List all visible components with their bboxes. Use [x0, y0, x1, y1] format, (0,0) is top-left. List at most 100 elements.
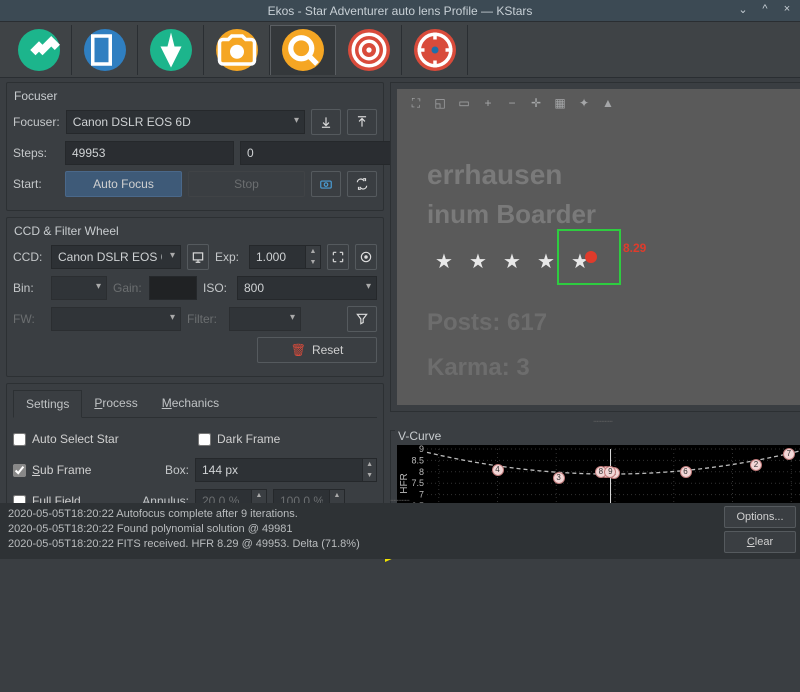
rating-star-icon: ★ [435, 249, 453, 274]
focus-star-box [557, 229, 621, 285]
maximize-button[interactable]: ^ [758, 2, 772, 16]
iso-label: ISO: [203, 281, 231, 295]
capture-button[interactable] [311, 171, 341, 197]
gain-label: Gain: [113, 281, 143, 295]
sub-frame-label: Sub Frame [32, 463, 91, 477]
preview-posts: Posts: 617 [427, 309, 547, 337]
box-spinner[interactable]: ▲▼ [362, 458, 377, 482]
focus-star-icon [585, 251, 597, 263]
marker-icon[interactable]: ▲ [599, 94, 617, 112]
preview-image: ⛶ ◱ ▭ + − ✛ ▦ ✦ ▲ errhausen inum Boarder… [397, 89, 800, 405]
options-button[interactable]: Options... [724, 506, 796, 528]
tab-process[interactable]: PProcessrocess [82, 390, 149, 417]
bin-label: Bin: [13, 281, 45, 295]
zoomin-icon[interactable]: + [479, 94, 497, 112]
window-buttons: ⌄ ^ × [736, 2, 794, 16]
autofocus-button[interactable]: Auto Focus [65, 171, 182, 197]
star-icon[interactable]: ✦ [575, 94, 593, 112]
crosshair-icon[interactable]: ✛ [527, 94, 545, 112]
chart-point: 7 [783, 448, 795, 460]
chart-point: 2 [750, 459, 762, 471]
tab-guide[interactable] [402, 25, 468, 75]
log-area: 2020-05-05T18:20:22 Autofocus complete a… [0, 503, 720, 559]
zoomfit-icon[interactable]: ◱ [431, 94, 449, 112]
iso-select[interactable]: 800 [237, 276, 377, 300]
tab-mechanics[interactable]: Mechanics [150, 390, 231, 417]
exp-input[interactable] [249, 245, 305, 269]
auto-select-star-check[interactable] [13, 433, 26, 446]
filter-select [229, 307, 301, 331]
exp-spinner[interactable]: ▲▼ [305, 245, 321, 269]
exp-label: Exp: [215, 250, 243, 264]
dark-frame-check[interactable] [198, 433, 211, 446]
chart-point: 3 [553, 472, 565, 484]
start-label: Start: [13, 177, 59, 191]
steps-offset[interactable] [240, 141, 409, 165]
tab-settings[interactable]: Settings [13, 390, 82, 418]
filter-settings-button[interactable] [347, 306, 377, 332]
reset-button[interactable]: 🗑Reset [257, 337, 377, 363]
focuser-title: Focuser [11, 89, 60, 103]
dark-frame-label: Dark Frame [217, 432, 280, 446]
log-line: 2020-05-05T18:20:22 Autofocus complete a… [8, 507, 712, 522]
bin-select [51, 276, 107, 300]
rating-star-icon: ★ [503, 249, 521, 274]
steps-value[interactable] [65, 141, 234, 165]
chart-point: 9 [604, 466, 616, 478]
sub-frame-check[interactable] [13, 464, 26, 477]
preview-text2: inum Boarder [427, 199, 596, 230]
preview-text1: errhausen [427, 159, 562, 191]
status-bar: 2020-05-05T18:20:22 Autofocus complete a… [0, 503, 800, 559]
focus-out-button[interactable] [347, 109, 377, 135]
minimize-button[interactable]: ⌄ [736, 2, 750, 16]
settings-tabs: Settings PProcessrocess Mechanics [13, 390, 377, 418]
rating-star-icon: ★ [537, 249, 555, 274]
svg-text:7.5: 7.5 [411, 478, 424, 488]
tab-mount[interactable] [138, 25, 204, 75]
auto-select-star-label: Auto Select Star [32, 432, 119, 446]
ccd-select[interactable]: Canon DSLR EOS 6D [51, 245, 181, 269]
tab-capture[interactable] [204, 25, 270, 75]
ccd-title: CCD & Filter Wheel [11, 224, 122, 238]
stop-button: Stop [188, 171, 305, 197]
svg-text:8.5: 8.5 [411, 455, 424, 465]
rating-star-icon: ★ [469, 249, 487, 274]
focuser-select[interactable]: Canon DSLR EOS 6D [66, 110, 305, 134]
zoom1-icon[interactable]: ▭ [455, 94, 473, 112]
chart-point: 6 [680, 466, 692, 478]
hfr-overlay: 8.29 [623, 241, 646, 255]
svg-text:9: 9 [419, 445, 424, 454]
window-title: Ekos - Star Adventurer auto lens Profile… [268, 4, 533, 18]
log-line: 2020-05-05T18:20:22 FITS received. HFR 8… [8, 537, 712, 552]
zoomout-icon[interactable]: − [503, 94, 521, 112]
titlebar: Ekos - Star Adventurer auto lens Profile… [0, 0, 800, 22]
close-button[interactable]: × [780, 2, 794, 16]
loop-button[interactable] [347, 171, 377, 197]
focus-in-button[interactable] [311, 109, 341, 135]
grid-icon[interactable]: ▦ [551, 94, 569, 112]
live-view-button[interactable] [187, 244, 209, 270]
filter-label: Filter: [187, 312, 223, 326]
vcurve-title: V-Curve [395, 429, 800, 443]
steps-label: Steps: [13, 146, 59, 160]
fit-icon[interactable]: ⛶ [407, 94, 425, 112]
fw-label: FW: [13, 312, 45, 326]
svg-text:HFR: HFR [399, 473, 410, 494]
frame-full-button[interactable] [327, 244, 349, 270]
focuser-label: Focuser: [13, 115, 60, 129]
focuser-group: Focuser Focuser: Canon DSLR EOS 6D Steps… [6, 82, 384, 211]
tab-scheduler[interactable] [72, 25, 138, 75]
module-toolbar [0, 22, 800, 78]
vsplit-grip[interactable]: ┄┄┄┄ [390, 418, 800, 424]
tab-align[interactable] [336, 25, 402, 75]
tab-setup[interactable] [6, 25, 72, 75]
image-preview[interactable]: ⛶ ◱ ▭ + − ✛ ▦ ✦ ▲ errhausen inum Boarder… [390, 82, 800, 412]
svg-text:8: 8 [419, 467, 424, 477]
box-input[interactable] [195, 458, 362, 482]
preview-karma: Karma: 3 [427, 354, 530, 382]
toggle-subframe-button[interactable] [355, 244, 377, 270]
tab-focus[interactable] [270, 25, 336, 75]
clear-log-button[interactable]: Clear [724, 531, 796, 553]
ccd-group: CCD & Filter Wheel CCD: Canon DSLR EOS 6… [6, 217, 384, 377]
gain-input [149, 276, 197, 300]
